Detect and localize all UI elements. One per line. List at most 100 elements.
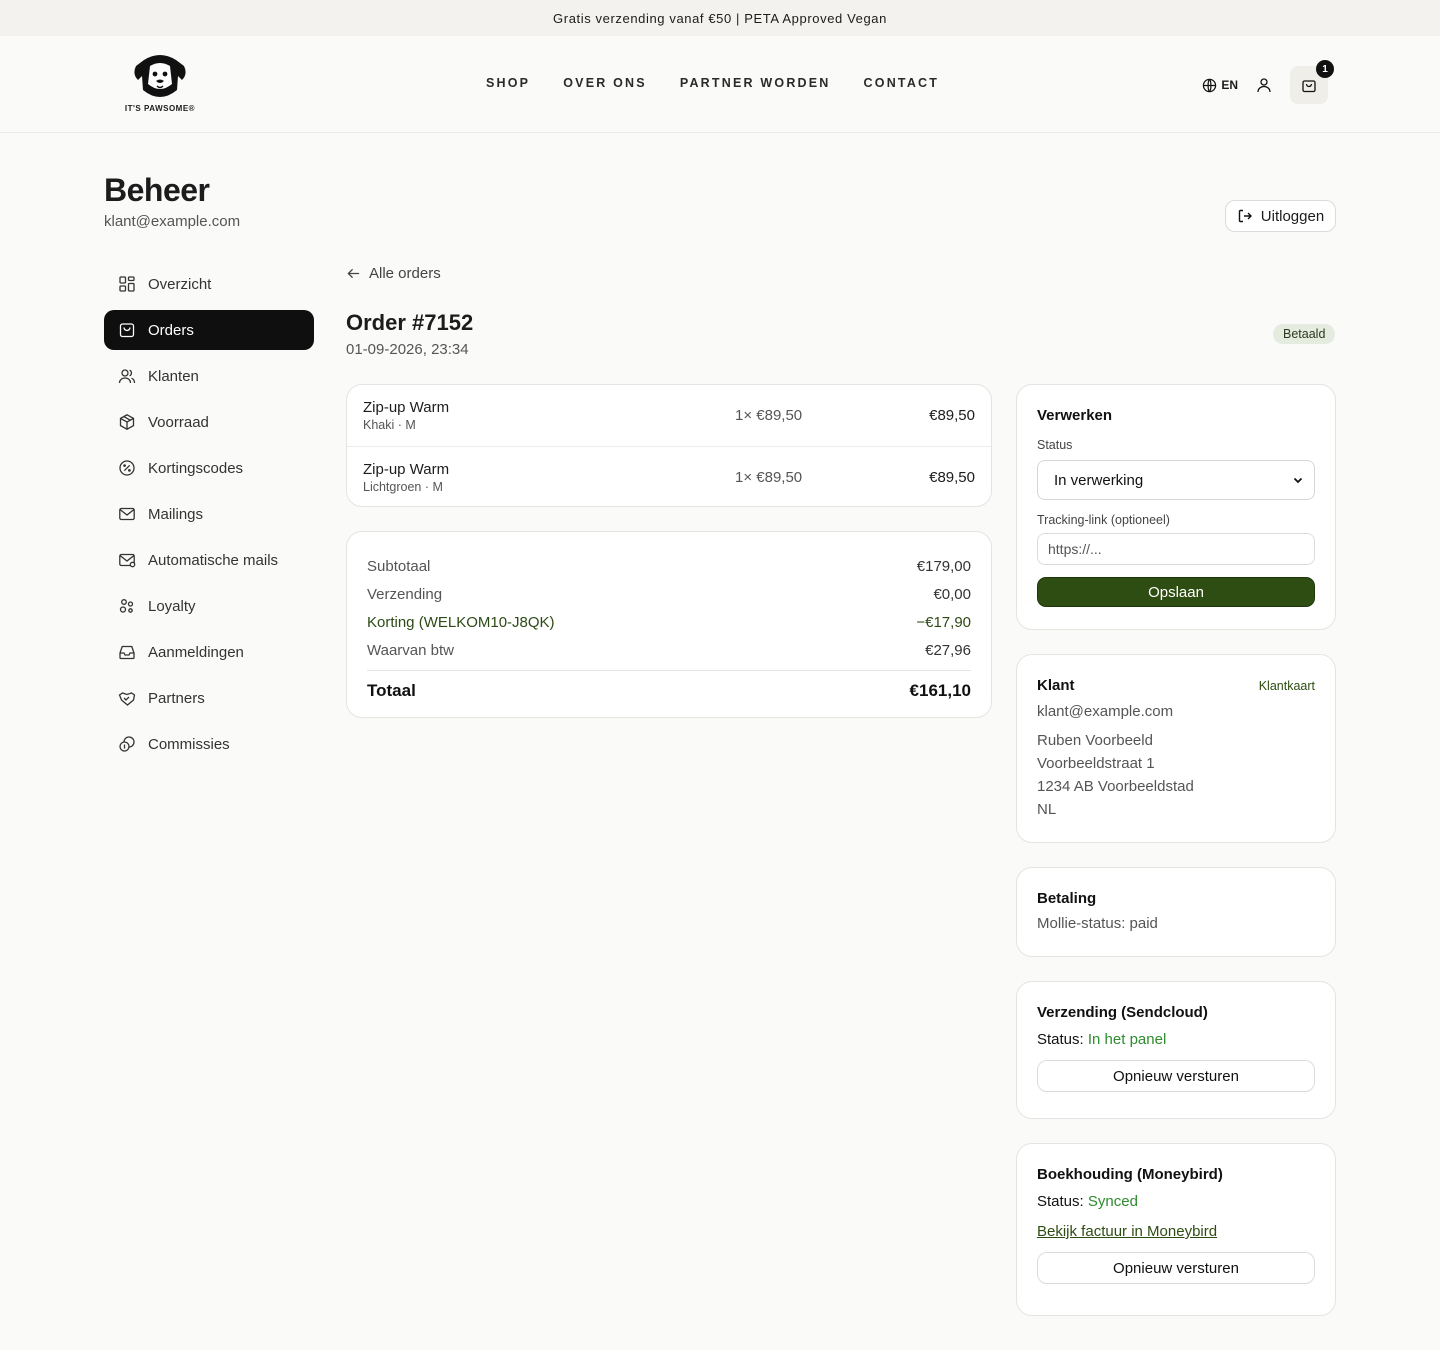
payment-title: Betaling [1037, 890, 1097, 907]
sidebar-item-orders[interactable]: Orders [104, 310, 314, 350]
sidebar-item-label: Overzicht [148, 275, 212, 293]
shipping-value: €0,00 [933, 585, 971, 603]
announcement-text: Gratis verzending vanaf €50 | PETA Appro… [553, 10, 887, 26]
back-to-orders-link[interactable]: Alle orders [346, 265, 441, 282]
vat-label: Waarvan btw [367, 641, 454, 659]
item-name: Zip-up Warm [363, 461, 450, 478]
order-date: 01-09-2026, 23:34 [346, 341, 469, 358]
accounting-card: Boekhouding (Moneybird) Status: Synced B… [1016, 1143, 1336, 1316]
nav-partner-worden[interactable]: PARTNER WORDEN [680, 76, 831, 90]
box-icon [119, 414, 135, 430]
processing-card: Verwerken Status In verwerking Tracking-… [1016, 384, 1336, 630]
percent-badge-icon [119, 460, 135, 476]
sidebar-item-label: Commissies [148, 735, 230, 753]
order-totals-card: Subtotaal €179,00 Verzending €0,00 Korti… [346, 531, 992, 718]
sidebar-item-loyalty[interactable]: Loyalty [104, 586, 314, 626]
header-actions: EN 1 [1202, 60, 1334, 104]
item-qty-price: 1× €89,50 [735, 407, 803, 424]
moneybird-invoice-link[interactable]: Bekijk factuur in Moneybird [1037, 1223, 1217, 1240]
discount-value: −€17,90 [916, 613, 971, 631]
shipping-status-label: Status: [1037, 1031, 1084, 1048]
dog-logo-icon [134, 55, 186, 97]
subtotal-value: €179,00 [916, 557, 971, 575]
loyalty-icon [119, 599, 134, 613]
customer-country: NL [1037, 801, 1057, 818]
status-badge: Betaald [1273, 324, 1336, 344]
chevron-down-icon [1293, 477, 1303, 484]
total-label: Totaal [367, 681, 416, 700]
shipping-row: Verzending €0,00 [367, 580, 971, 608]
sidebar-item-label: Aanmeldingen [148, 643, 244, 661]
accounting-status-value: Synced [1087, 1193, 1138, 1210]
main-nav: SHOP OVER ONS PARTNER WORDEN CONTACT [486, 76, 939, 90]
item-total: €89,50 [929, 469, 975, 486]
sidebar-item-label: Klanten [148, 367, 199, 385]
item-name: Zip-up Warm [363, 399, 450, 416]
shipping-status-value: In het panel [1087, 1031, 1167, 1048]
tracking-label: Tracking-link (optioneel) [1037, 513, 1170, 527]
accounting-title: Boekhouding (Moneybird) [1037, 1166, 1223, 1183]
nav-over-ons[interactable]: OVER ONS [563, 76, 647, 90]
site-header: IT'S PAWSOME® SHOP OVER ONS PARTNER WORD… [0, 36, 1440, 133]
sidebar-item-aanmeldingen[interactable]: Aanmeldingen [104, 632, 314, 672]
back-label: Alle orders [369, 265, 441, 282]
sidebar-item-label: Kortingscodes [148, 459, 244, 477]
cart-count-badge: 1 [1316, 60, 1334, 78]
nav-contact[interactable]: CONTACT [864, 76, 940, 90]
customer-title: Klant [1037, 677, 1075, 694]
logout-button[interactable]: Uitloggen [1225, 200, 1336, 232]
sidebar-item-mailings[interactable]: Mailings [104, 494, 314, 534]
processing-title: Verwerken [1037, 407, 1113, 424]
users-icon [118, 369, 136, 384]
status-select-value: In verwerking [1054, 471, 1144, 489]
account-email: klant@example.com [104, 213, 241, 230]
item-variant: Khaki · M [363, 418, 416, 432]
logout-icon [1238, 209, 1252, 223]
inbox-icon [119, 645, 135, 660]
customer-card: Klant Klantkaart klant@example.com Ruben… [1016, 654, 1336, 843]
sidebar-item-label: Partners [148, 689, 205, 707]
vat-value: €27,96 [925, 641, 971, 659]
logo-text: IT'S PAWSOME® [124, 104, 196, 113]
sidebar-item-label: Mailings [148, 505, 204, 523]
nav-shop[interactable]: SHOP [486, 76, 530, 90]
tracking-link-input[interactable]: https://... [1037, 533, 1315, 565]
sidebar-item-label: Automatische mails [148, 551, 279, 569]
order-items-card: Zip-up Warm Khaki · M 1× €89,50 €89,50 Z… [346, 384, 992, 507]
account-button[interactable] [1256, 77, 1272, 93]
discount-row: Korting (WELKOM10-J8QK) −€17,90 [367, 608, 971, 636]
shipping-label: Verzending [367, 585, 443, 603]
accounting-status: Status: Synced [1037, 1193, 1315, 1210]
customer-card-link[interactable]: Klantkaart [1259, 679, 1315, 693]
item-qty-price: 1× €89,50 [735, 469, 803, 486]
save-button[interactable]: Opslaan [1037, 577, 1315, 607]
list-item: Zip-up Warm Lichtgroen · M 1× €89,50 €89… [347, 446, 991, 507]
user-icon [1257, 78, 1271, 93]
language-switcher[interactable]: EN [1202, 78, 1238, 93]
list-item: Zip-up Warm Khaki · M 1× €89,50 €89,50 [347, 385, 991, 446]
accounting-resend-button[interactable]: Opnieuw versturen [1037, 1252, 1315, 1284]
mail-icon [119, 507, 135, 521]
subtotal-label: Subtotaal [367, 557, 431, 575]
sidebar-item-overzicht[interactable]: Overzicht [104, 264, 314, 304]
sidebar-item-voorraad[interactable]: Voorraad [104, 402, 314, 442]
logout-label: Uitloggen [1260, 207, 1325, 225]
sidebar-item-partners[interactable]: Partners [104, 678, 314, 718]
order-title: Order #7152 [346, 310, 474, 335]
sidebar-item-kortingscodes[interactable]: Kortingscodes [104, 448, 314, 488]
sidebar-item-automatische-mails[interactable]: Automatische mails [104, 540, 314, 580]
sidebar-item-label: Voorraad [148, 413, 209, 431]
status-select[interactable]: In verwerking [1037, 460, 1315, 500]
logo[interactable]: IT'S PAWSOME® [120, 50, 200, 113]
cart-button[interactable]: 1 [1290, 60, 1334, 104]
sidebar-item-commissies[interactable]: Commissies [104, 724, 314, 764]
language-label: EN [1221, 78, 1238, 92]
shipping-resend-button[interactable]: Opnieuw versturen [1037, 1060, 1315, 1092]
status-label: Status [1037, 438, 1073, 452]
page-title: Beheer [104, 172, 210, 208]
payment-status: Mollie-status: paid [1037, 915, 1158, 932]
sidebar-item-klanten[interactable]: Klanten [104, 356, 314, 396]
handshake-icon [118, 692, 136, 706]
sidebar-item-label: Orders [148, 321, 194, 339]
bag-icon [119, 323, 135, 338]
